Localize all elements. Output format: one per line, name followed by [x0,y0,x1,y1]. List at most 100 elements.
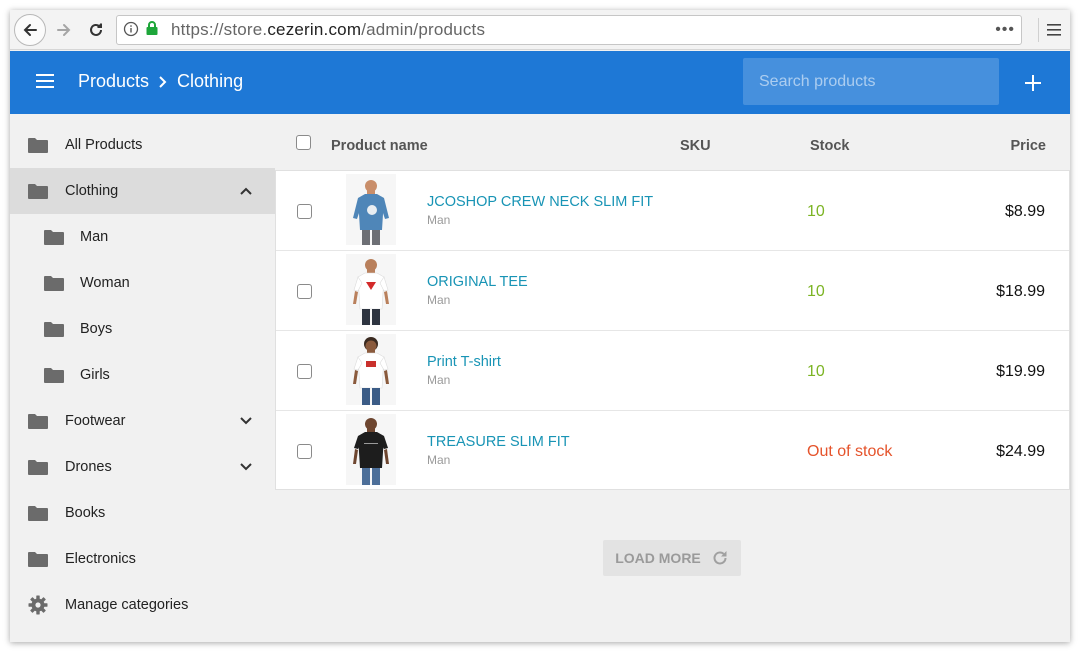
product-category: Man [427,213,451,227]
url-text: https://store.cezerin.com/admin/products [171,20,486,39]
product-image [346,254,396,325]
product-stock: 10 [807,363,825,380]
row-checkbox[interactable] [297,444,312,459]
reload-icon [90,23,102,36]
breadcrumb-products[interactable]: Products [78,71,149,92]
product-thumbnail[interactable] [346,254,396,325]
lock-icon [145,20,163,41]
product-thumbnail[interactable] [346,174,396,245]
table-row[interactable]: Print T-shirt Man 10 $19.99 [276,331,1069,411]
load-more-label: LOAD MORE [615,550,701,566]
load-more-button[interactable]: LOAD MORE [603,540,741,576]
product-name-link[interactable]: ORIGINAL TEE [427,274,528,290]
sidebar-item-label: Books [65,505,106,521]
column-header-sku[interactable]: SKU [680,138,711,154]
product-thumbnail[interactable] [346,414,396,485]
product-name-link[interactable]: Print T-shirt [427,354,501,370]
column-header-price[interactable]: Price [1011,138,1046,154]
search-input[interactable] [743,58,999,105]
column-header-stock[interactable]: Stock [810,138,850,154]
folder-icon [28,138,48,153]
folder-icon [28,460,48,475]
sidebar-item-woman[interactable]: Woman [10,260,275,306]
sidebar-item-label: Boys [80,321,113,337]
app-bar: Products Clothing [10,51,1070,114]
back-button[interactable] [14,14,46,46]
sidebar-item-label: Man [80,229,109,245]
table-row[interactable]: TREASURE SLIM FIT Man Out of stock $24.9… [276,411,1069,491]
table-row[interactable]: ORIGINAL TEE Man 10 $18.99 [276,251,1069,331]
hamburger-button[interactable] [36,73,56,94]
product-image [346,334,396,405]
hamburger-icon [36,74,54,88]
manage-categories-link[interactable]: Manage categories [10,582,275,628]
folder-icon [28,184,48,199]
arrow-right-icon [57,24,71,36]
forward-button[interactable] [48,14,80,46]
address-bar[interactable]: https://store.cezerin.com/admin/products… [116,15,1022,45]
select-all-checkbox[interactable] [296,135,311,150]
reload-button[interactable] [80,14,112,46]
column-header-name[interactable]: Product name [331,138,428,154]
sidebar-item-label: All Products [65,137,143,153]
product-thumbnail[interactable] [346,334,396,405]
row-checkbox[interactable] [297,204,312,219]
product-name-link[interactable]: TREASURE SLIM FIT [427,434,570,450]
breadcrumb-current: Clothing [177,71,244,91]
chevron-right-icon [157,75,169,89]
sidebar-item-man[interactable]: Man [10,214,275,260]
breadcrumb: Products Clothing [78,71,243,92]
product-price: $8.99 [1004,203,1045,220]
product-price: $24.99 [996,443,1045,460]
sidebar-item-label: Clothing [65,183,119,199]
browser-menu-button[interactable] [1038,18,1062,42]
category-sidebar: All Products Clothing Man Woman Boys Gir… [10,114,275,642]
folder-icon [28,414,48,429]
sidebar-item-drones[interactable]: Drones [10,444,275,490]
folder-icon [44,276,64,291]
product-price: $18.99 [996,283,1045,300]
sidebar-item-label: Girls [80,367,110,383]
sidebar-item-label: Drones [65,459,112,475]
sidebar-item-boys[interactable]: Boys [10,306,275,352]
arrow-left-icon [23,24,37,36]
table-row[interactable]: JCOSHOP CREW NECK SLIM FIT Man 10 $8.99 [276,171,1069,251]
product-category: Man [427,373,451,387]
sidebar-item-label: Footwear [65,413,126,429]
browser-window: https://store.cezerin.com/admin/products… [10,10,1070,642]
sidebar-item-electronics[interactable]: Electronics [10,536,275,582]
product-category: Man [427,293,451,307]
product-price: $19.99 [996,363,1045,380]
folder-icon [44,368,64,383]
sidebar-item-label: Woman [80,275,130,291]
product-list: JCOSHOP CREW NECK SLIM FIT Man 10 $8.99 [275,170,1070,490]
row-checkbox[interactable] [297,364,312,379]
sidebar-item-clothing[interactable]: Clothing [10,168,275,214]
table-header: Product name SKU Stock Price [275,114,1070,170]
search-box [743,58,999,105]
folder-icon [28,552,48,567]
menu-icon [1046,24,1061,36]
sidebar-item-all-products[interactable]: All Products [10,122,275,168]
product-name-link[interactable]: JCOSHOP CREW NECK SLIM FIT [427,194,653,210]
product-stock: 10 [807,203,825,220]
chevron-down-icon[interactable] [238,459,254,475]
product-stock: Out of stock [807,443,893,460]
sidebar-item-girls[interactable]: Girls [10,352,275,398]
page-actions-button[interactable]: ••• [995,21,1015,39]
row-checkbox[interactable] [297,284,312,299]
info-icon[interactable] [123,21,145,40]
browser-toolbar: https://store.cezerin.com/admin/products… [10,10,1070,50]
folder-icon [44,230,64,245]
plus-icon [1025,75,1041,91]
gear-icon [28,595,48,615]
chevron-down-icon[interactable] [238,413,254,429]
add-product-button[interactable] [1018,68,1048,98]
sidebar-item-footwear[interactable]: Footwear [10,398,275,444]
manage-categories-label: Manage categories [65,597,189,613]
chevron-up-icon[interactable] [238,183,254,199]
products-panel: Product name SKU Stock Price JCOSHOP CRE… [275,114,1070,642]
refresh-icon [713,551,727,565]
sidebar-item-books[interactable]: Books [10,490,275,536]
sidebar-item-label: Electronics [65,551,136,567]
